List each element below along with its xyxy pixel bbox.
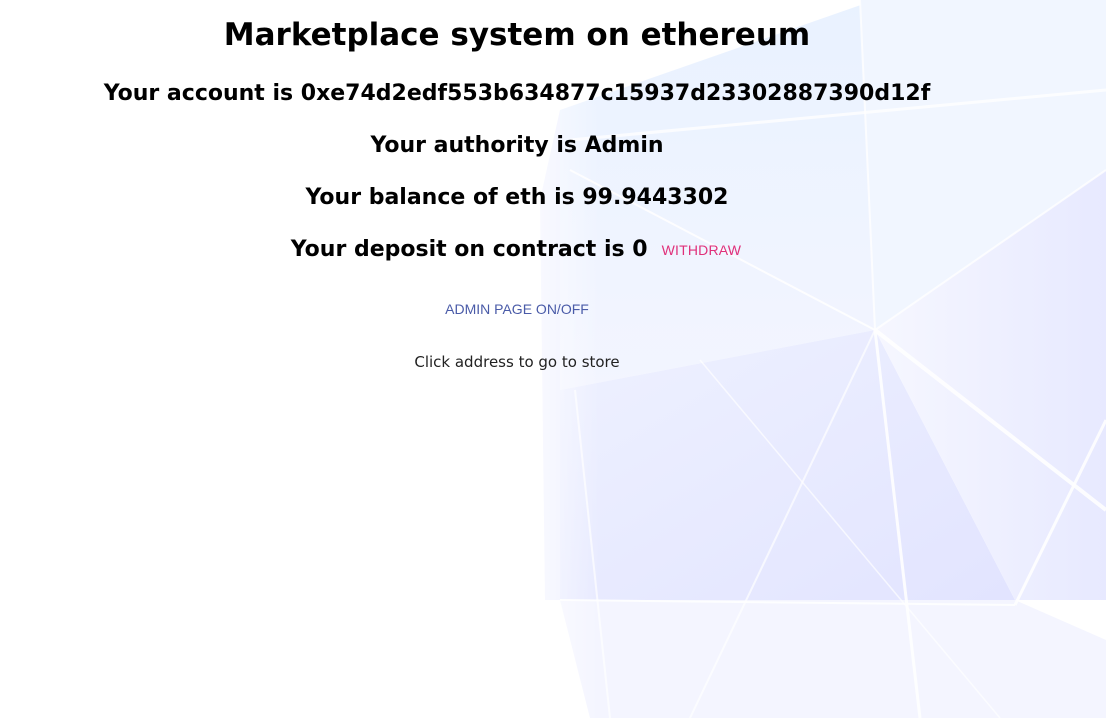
account-address: Your account is 0xe74d2edf553b634877c159… (103, 81, 931, 106)
authority-label: Your authority is Admin (370, 133, 664, 158)
withdraw-button[interactable]: WITHDRAW (660, 242, 744, 258)
store-hint: Click address to go to store (414, 353, 620, 371)
admin-page-toggle-label: ADMIN PAGE ON/OFF (445, 301, 589, 317)
contract-deposit: Your deposit on contract is 0 (290, 237, 648, 262)
contract-deposit-row: Your deposit on contract is 0 WITHDRAW (0, 235, 1034, 265)
eth-balance: Your balance of eth is 99.9443302 (305, 185, 729, 210)
admin-page-toggle-button[interactable]: ADMIN PAGE ON/OFF (0, 298, 1034, 320)
page-title: Marketplace system on ethereum (223, 17, 811, 53)
